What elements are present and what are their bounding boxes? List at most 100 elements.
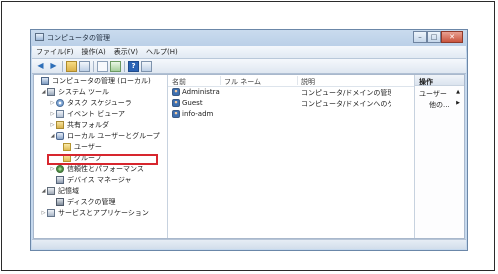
user-name: Guest — [182, 99, 203, 107]
user-name: Administra... — [182, 88, 220, 96]
expand-arrow-icon[interactable]: ▷ — [49, 166, 56, 172]
table-row[interactable]: Administra... コンピュータ/ドメインの管理用... — [168, 87, 414, 97]
expand-arrow-icon[interactable]: ▷ — [49, 111, 56, 117]
performance-icon — [56, 165, 64, 173]
tree-item-event-viewer[interactable]: ▷ イベント ビューア — [49, 109, 125, 119]
collapse-up-icon[interactable]: ▲ — [456, 89, 460, 95]
tree-item-shared-folders[interactable]: ▷ 共有フォルダ — [49, 120, 109, 130]
status-bar — [32, 239, 466, 249]
tree-item-storage[interactable]: ◢ 記憶域 — [40, 186, 79, 196]
tree-item-users[interactable]: ユーザー — [63, 142, 102, 152]
user-description: コンピュータ/ドメインへのゲス... — [301, 100, 391, 108]
actions-more[interactable]: 他の... ▶ — [415, 99, 464, 109]
refresh-icon[interactable] — [97, 60, 108, 72]
action-pane-toggle-icon[interactable] — [141, 60, 152, 72]
menu-view[interactable]: 表示(V) — [110, 47, 142, 57]
tree-item-label: コンピュータの管理 (ローカル) — [52, 77, 151, 85]
tree-item-device-manager[interactable]: デバイス マネージャ — [49, 175, 132, 185]
tree-item-label: デバイス マネージャ — [67, 176, 132, 184]
actions-header: 操作 — [415, 75, 464, 86]
actions-section-users[interactable]: ユーザー ▲ — [415, 88, 464, 98]
shared-folder-icon — [56, 121, 64, 129]
storage-icon — [47, 187, 55, 195]
help-icon[interactable]: ? — [128, 60, 139, 72]
tree-item-reliability[interactable]: ▷ 信頼性とパフォーマンス — [49, 164, 144, 174]
tools-icon — [47, 88, 55, 96]
user-description: コンピュータ/ドメインの管理用... — [301, 89, 391, 97]
tree-item-label: ユーザー — [74, 143, 102, 151]
minimize-button[interactable]: – — [413, 31, 427, 43]
tree-item-label: サービスとアプリケーション — [58, 209, 149, 217]
services-icon — [47, 209, 55, 217]
computer-management-icon — [35, 33, 44, 41]
column-header-name[interactable]: 名前 — [172, 77, 186, 87]
tree-item-label: ローカル ユーザーとグループ — [67, 132, 160, 140]
user-icon — [172, 88, 180, 96]
disk-icon — [56, 198, 64, 206]
title-bar[interactable]: コンピュータの管理 – □ ✕ — [31, 30, 467, 46]
column-divider[interactable] — [220, 76, 221, 85]
table-row[interactable]: info-adm — [168, 109, 414, 119]
menu-file[interactable]: ファイル(F) — [32, 47, 78, 57]
expand-arrow-icon[interactable]: ▷ — [40, 210, 47, 216]
export-list-icon[interactable] — [110, 60, 121, 72]
menu-bar: ファイル(F) 操作(A) 表示(V) ヘルプ(H) — [32, 46, 466, 59]
expand-arrow-icon[interactable]: ▷ — [49, 100, 56, 106]
users-group-icon — [56, 132, 64, 140]
collapse-arrow-icon[interactable]: ◢ — [49, 133, 56, 139]
up-folder-icon[interactable] — [66, 60, 77, 72]
tree-item-label: 記憶域 — [58, 187, 79, 195]
user-list: 名前 フル ネーム 説明 Administra... コンピュータ/ドメインの管… — [168, 75, 414, 238]
close-button[interactable]: ✕ — [441, 31, 463, 43]
tree-item-root[interactable]: コンピュータの管理 (ローカル) — [34, 76, 151, 86]
back-arrow-icon[interactable]: ◀ — [35, 61, 46, 72]
tree-item-label: システム ツール — [58, 88, 110, 96]
column-header-fullname[interactable]: フル ネーム — [224, 77, 261, 87]
menu-help[interactable]: ヘルプ(H) — [142, 47, 182, 57]
submenu-arrow-icon: ▶ — [456, 100, 460, 106]
expand-arrow-icon[interactable]: ▷ — [49, 122, 56, 128]
tree-item-system-tools[interactable]: ◢ システム ツール — [40, 87, 109, 97]
clock-icon — [56, 99, 64, 107]
user-icon — [172, 110, 180, 118]
actions-more-label: 他の... — [429, 101, 450, 109]
minimize-icon: – — [418, 33, 422, 41]
user-name: info-adm — [182, 110, 214, 118]
tree-item-label: 共有フォルダ — [67, 121, 109, 129]
main-content: コンピュータの管理 (ローカル) ◢ システム ツール ▷ タスク スケジューラ… — [33, 74, 465, 239]
maximize-icon: □ — [430, 33, 438, 41]
toolbar: ◀ ▶ ? — [32, 59, 466, 74]
highlight-annotation — [47, 154, 158, 165]
window-title: コンピュータの管理 — [47, 34, 110, 42]
show-hide-tree-icon[interactable] — [79, 60, 90, 72]
tree-item-label: 信頼性とパフォーマンス — [67, 165, 144, 173]
event-log-icon — [56, 110, 64, 118]
menu-action[interactable]: 操作(A) — [78, 47, 110, 57]
column-header-description[interactable]: 説明 — [301, 77, 315, 87]
column-divider[interactable] — [297, 76, 298, 85]
actions-section-label: ユーザー — [419, 90, 447, 98]
collapse-arrow-icon[interactable]: ◢ — [40, 188, 47, 194]
toolbar-separator — [93, 60, 94, 72]
tree-item-label: タスク スケジューラ — [67, 99, 132, 107]
tree-item-services-apps[interactable]: ▷ サービスとアプリケーション — [40, 208, 149, 218]
toolbar-separator — [124, 60, 125, 72]
tree-item-label: イベント ビューア — [67, 110, 125, 118]
tree-item-label: ディスクの管理 — [67, 198, 116, 206]
close-icon: ✕ — [449, 33, 455, 41]
table-row[interactable]: Guest コンピュータ/ドメインへのゲス... — [168, 98, 414, 108]
actions-pane: 操作 ユーザー ▲ 他の... ▶ — [414, 75, 464, 238]
list-column-header: 名前 フル ネーム 説明 — [168, 75, 414, 87]
window-controls: – □ ✕ — [413, 31, 463, 44]
tree-item-disk-management[interactable]: ディスクの管理 — [49, 197, 116, 207]
toolbar-separator — [62, 60, 63, 72]
forward-arrow-icon[interactable]: ▶ — [48, 61, 59, 72]
tree-item-local-users-groups[interactable]: ◢ ローカル ユーザーとグループ — [49, 131, 160, 141]
maximize-button[interactable]: □ — [427, 31, 441, 43]
collapse-arrow-icon[interactable]: ◢ — [40, 89, 47, 95]
device-manager-icon — [56, 176, 64, 184]
computer-icon — [41, 77, 49, 85]
user-icon — [172, 99, 180, 107]
computer-management-window: コンピュータの管理 – □ ✕ ファイル(F) 操作(A) 表示(V) ヘルプ(… — [30, 29, 468, 251]
tree-item-task-scheduler[interactable]: ▷ タスク スケジューラ — [49, 98, 132, 108]
